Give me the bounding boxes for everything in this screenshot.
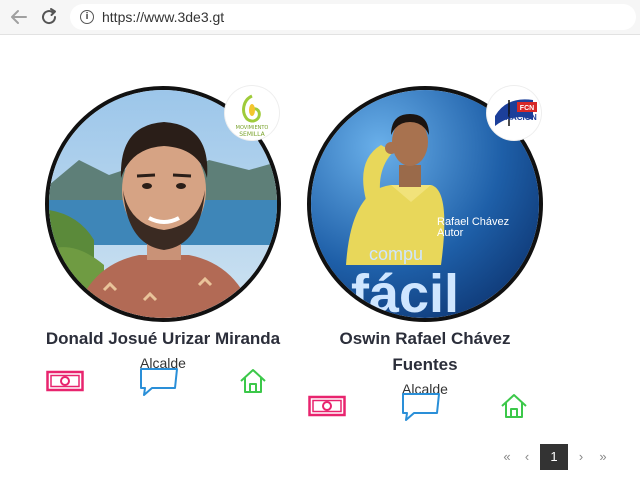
party-logo-fcn: FCN NACION [487, 86, 541, 140]
candidate-photo-frame: Rafael Chávez Autor compu fácil FCN NACI… [307, 86, 543, 322]
address-bar[interactable]: i https://www.3de3.gt [70, 4, 636, 30]
candidate-name[interactable]: Donald Josué Urizar Miranda [30, 326, 296, 352]
money-icon[interactable] [46, 370, 84, 397]
home-icon[interactable] [238, 367, 268, 400]
chat-icon[interactable] [400, 391, 442, 426]
candidate-name[interactable]: Oswin Rafael Chávez Fuentes [293, 326, 557, 378]
reload-icon[interactable] [38, 6, 60, 28]
candidate-card[interactable]: MOVIMIENTO SEMILLA Donald Josué Urizar M… [30, 86, 296, 372]
party-logo-text: FCN [520, 105, 534, 112]
party-logo-text: SEMILLA [239, 131, 265, 138]
url-text: https://www.3de3.gt [102, 9, 225, 25]
chat-icon[interactable] [138, 366, 180, 401]
home-icon[interactable] [499, 392, 529, 425]
candidate-card[interactable]: Rafael Chávez Autor compu fácil FCN NACI… [293, 86, 557, 398]
money-icon[interactable] [308, 395, 346, 422]
pagination-last[interactable]: » [594, 444, 612, 470]
photo-caption: Autor [437, 227, 464, 239]
pagination-prev[interactable]: ‹ [518, 444, 536, 470]
book-title: compu [369, 244, 423, 264]
party-logo-text: NACION [505, 113, 537, 122]
book-title: fácil [351, 264, 459, 318]
back-arrow-icon[interactable] [8, 6, 30, 28]
pagination-page-current[interactable]: 1 [540, 444, 568, 470]
candidate-photo-frame: MOVIMIENTO SEMILLA [45, 86, 281, 322]
browser-toolbar: i https://www.3de3.gt [0, 0, 640, 35]
pagination-first[interactable]: « [498, 444, 516, 470]
info-icon[interactable]: i [80, 10, 94, 24]
pagination-next[interactable]: › [572, 444, 590, 470]
party-logo-semilla: MOVIMIENTO SEMILLA [225, 86, 279, 140]
